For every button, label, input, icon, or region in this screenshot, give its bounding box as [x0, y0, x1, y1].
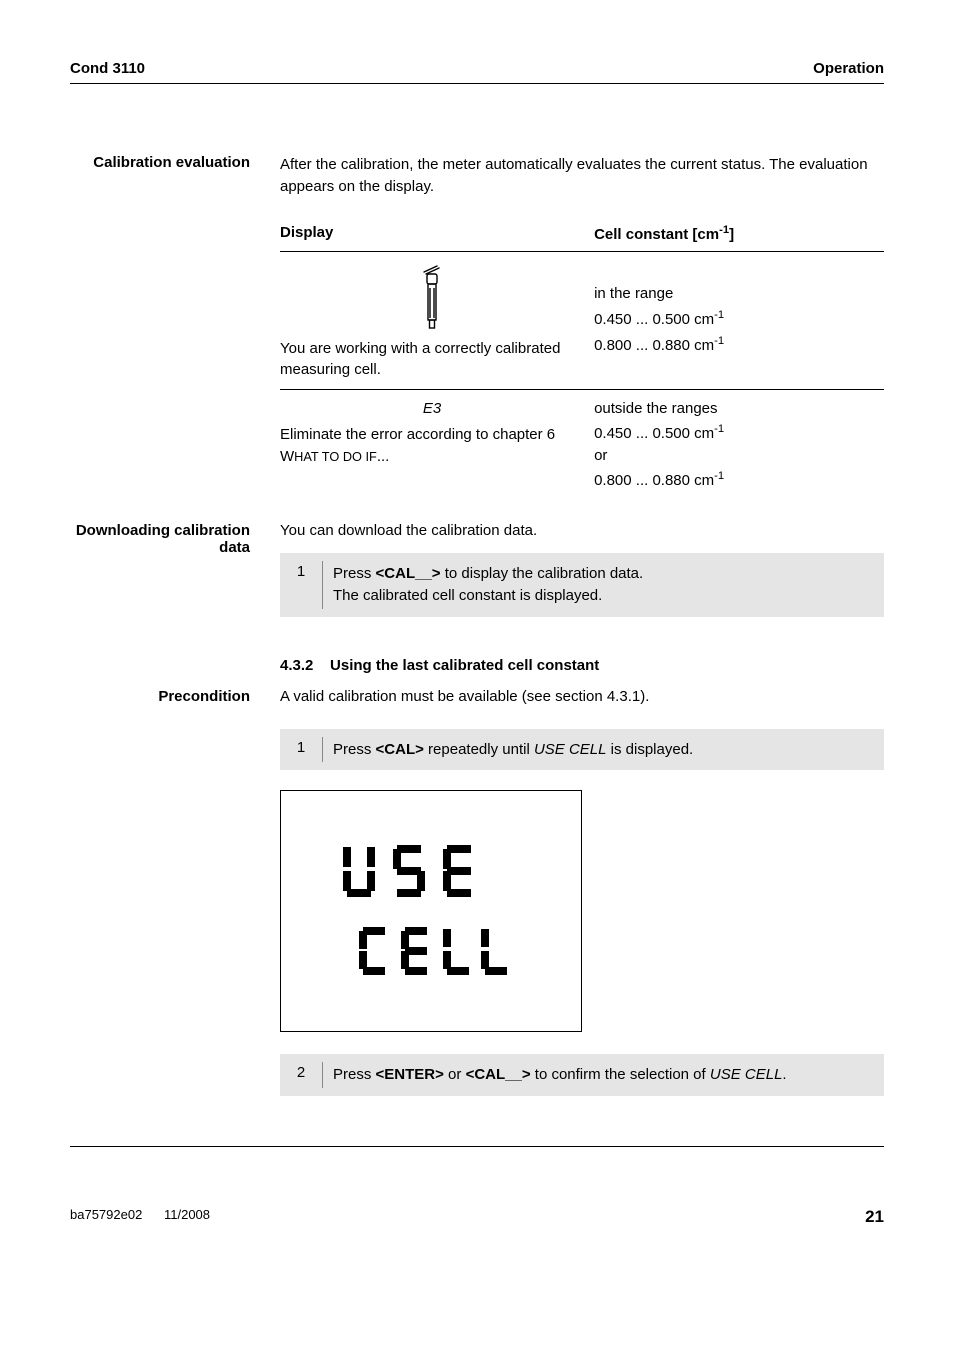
step-divider — [322, 1062, 323, 1088]
download-step-1: 1 Press <CAL__> to display the calibrati… — [280, 553, 884, 617]
row2-right-l4: 0.800 ... 0.880 cm-1 — [594, 468, 874, 493]
label-precondition: Precondition — [70, 688, 280, 705]
step-divider — [322, 561, 323, 609]
footer-doc-id: ba75792e02 — [70, 1207, 142, 1222]
th-display: Display — [280, 216, 594, 252]
header-right: Operation — [813, 60, 884, 77]
th-cellconst: Cell constant [cm-1] — [594, 216, 884, 252]
step-number: 1 — [280, 729, 322, 766]
step-number: 2 — [280, 1054, 322, 1091]
uselast-step-2: 2 Press <ENTER> or <CAL__> to confirm th… — [280, 1054, 884, 1096]
label-calibration-evaluation: Calibration evaluation — [70, 154, 280, 171]
row1-right-l3: 0.800 ... 0.880 cm-1 — [594, 332, 874, 358]
row2-right-l2: 0.450 ... 0.500 cm-1 — [594, 421, 874, 446]
lcd-svg — [321, 831, 541, 1001]
header-left: Cond 3110 — [70, 60, 145, 77]
step-text: Press <CAL> repeatedly until USE CELL is… — [327, 729, 703, 771]
probe-icon — [419, 264, 445, 330]
step-number: 1 — [280, 553, 322, 590]
section-title: Using the last calibrated cell constant — [330, 657, 599, 674]
section-number: 4.3.2 — [280, 657, 313, 674]
e3-code: E3 — [423, 400, 441, 417]
label-downloading: Downloading calibration data — [70, 522, 280, 556]
calib-intro: After the calibration, the meter automat… — [280, 154, 884, 198]
footer-date: 11/2008 — [164, 1207, 210, 1222]
page-number: 21 — [865, 1207, 884, 1227]
step-text: Press <CAL__> to display the calibration… — [327, 553, 653, 617]
row1-right-l2: 0.450 ... 0.500 cm-1 — [594, 306, 874, 332]
row2-right-l3: or — [594, 445, 874, 468]
row1-left: You are working with a correctly calibra… — [280, 338, 584, 382]
step-divider — [322, 737, 323, 763]
row2-left-rest: Eliminate the error according to chapter… — [280, 424, 584, 468]
step-text: Press <ENTER> or <CAL__> to confirm the … — [327, 1054, 797, 1096]
download-intro: You can download the calibration data. — [280, 522, 884, 539]
row2-right-l1: outside the ranges — [594, 398, 874, 421]
precond-text: A valid calibration must be available (s… — [280, 688, 884, 705]
cell-constant-table: Display Cell constant [cm-1] — [280, 216, 884, 501]
uselast-step-1: 1 Press <CAL> repeatedly until USE CELL … — [280, 729, 884, 771]
lcd-display — [280, 790, 582, 1032]
row1-right-l1: in the range — [594, 282, 874, 306]
